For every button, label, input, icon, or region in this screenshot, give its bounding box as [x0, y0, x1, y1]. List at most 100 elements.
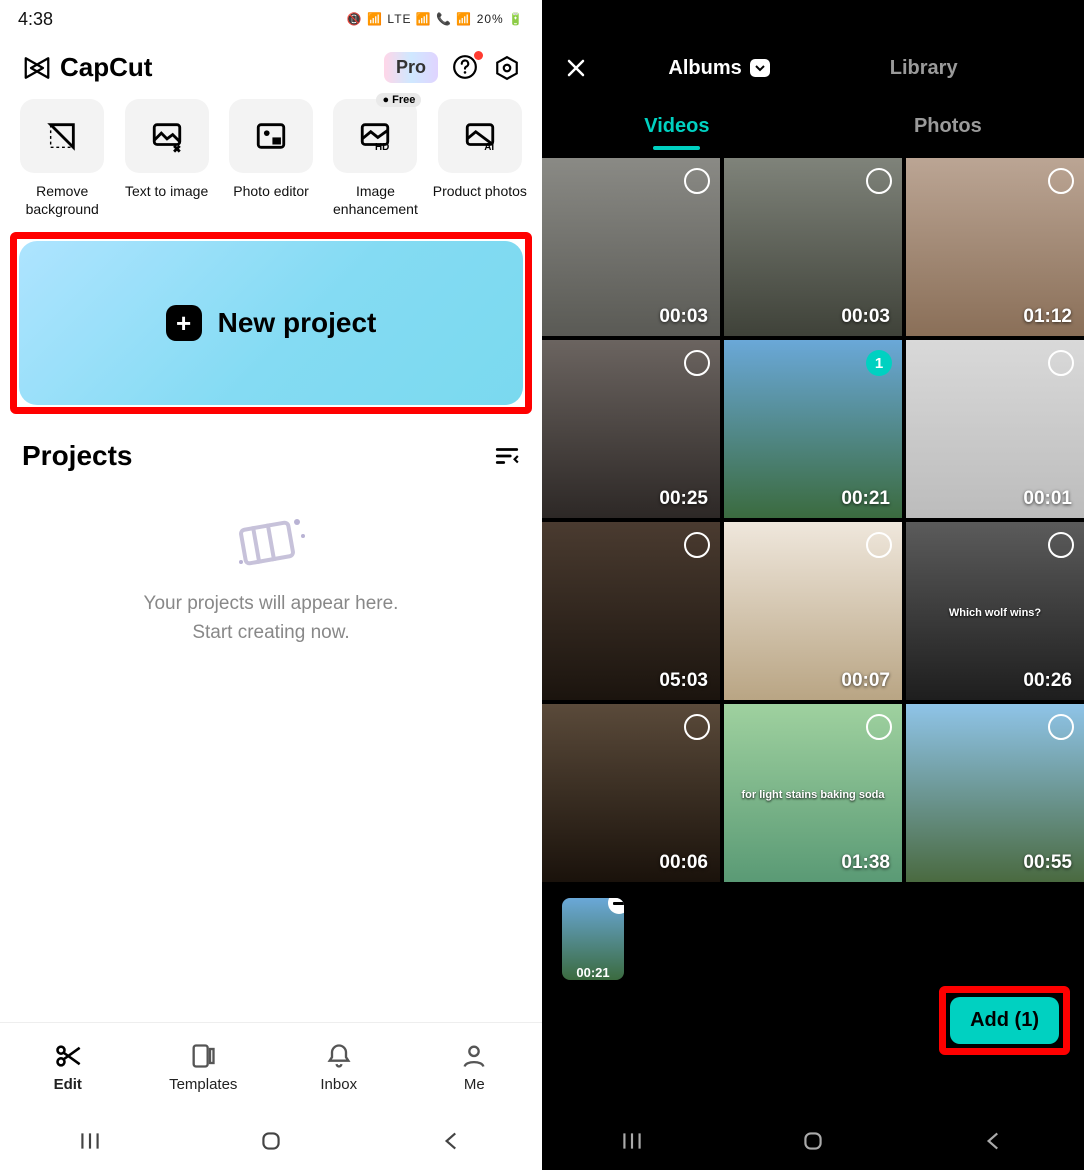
select-circle-icon[interactable]: [866, 714, 892, 740]
video-thumb[interactable]: 00:25: [542, 340, 720, 518]
home-icon[interactable]: [800, 1128, 826, 1154]
system-nav-dark: [542, 1112, 1084, 1170]
selection-tray: 00:21: [542, 882, 1084, 994]
svg-text:HD: HD: [375, 142, 389, 153]
selected-thumb[interactable]: 00:21: [562, 898, 624, 980]
tool-remove-background[interactable]: Remove background: [12, 99, 112, 218]
system-nav: [0, 1112, 542, 1170]
status-bar-dark: [542, 0, 1084, 38]
select-circle-icon[interactable]: [684, 714, 710, 740]
empty-projects: Your projects will appear here. Start cr…: [0, 472, 542, 1022]
projects-heading: Projects: [22, 440, 133, 472]
chevron-down-icon: [750, 59, 770, 77]
help-button[interactable]: [452, 54, 480, 82]
close-icon[interactable]: [564, 56, 588, 80]
new-project-label: New project: [218, 307, 377, 339]
video-grid: 00:03 00:03 01:12 00:25 100:21 00:01 05:03 00:0…: [542, 154, 1084, 882]
media-tab-videos[interactable]: Videos: [644, 115, 709, 138]
back-icon[interactable]: [439, 1128, 465, 1154]
tool-text-to-image[interactable]: Text to image: [116, 99, 216, 218]
select-circle-icon[interactable]: [1048, 714, 1074, 740]
bottom-nav: Edit Templates Inbox Me: [0, 1022, 542, 1112]
video-thumb[interactable]: 00:55: [906, 704, 1084, 882]
nav-edit[interactable]: Edit: [0, 1023, 136, 1112]
select-circle-icon[interactable]: [1048, 350, 1074, 376]
video-thumb[interactable]: 01:12: [906, 158, 1084, 336]
thumb-caption: Which wolf wins?: [906, 607, 1084, 619]
tool-product-photos[interactable]: AI Product photos: [430, 99, 530, 218]
notification-dot-icon: [474, 51, 483, 60]
new-project-button[interactable]: + New project: [19, 241, 523, 405]
plus-icon: +: [166, 305, 202, 341]
thumb-caption: for light stains baking soda: [724, 789, 902, 801]
select-circle-icon[interactable]: [684, 350, 710, 376]
video-thumb[interactable]: 00:01: [906, 340, 1084, 518]
tool-image-enhancement[interactable]: ● Free HD Image enhancement: [325, 99, 425, 218]
clock: 4:38: [18, 9, 53, 30]
select-circle-icon[interactable]: [866, 168, 892, 194]
brand-text: CapCut: [60, 52, 152, 83]
nav-inbox[interactable]: Inbox: [271, 1023, 407, 1112]
nav-label: Me: [464, 1076, 485, 1093]
top-tab-library[interactable]: Library: [890, 57, 958, 80]
bell-icon: [323, 1042, 355, 1070]
home-icon[interactable]: [258, 1128, 284, 1154]
duration-label: 05:03: [659, 670, 708, 692]
top-tab-albums[interactable]: Albums: [668, 57, 769, 80]
tool-photo-editor[interactable]: Photo editor: [221, 99, 321, 218]
capcut-logo-icon: [22, 53, 52, 83]
nav-label: Inbox: [320, 1076, 357, 1093]
video-thumb[interactable]: 00:06: [542, 704, 720, 882]
duration-label: 00:03: [659, 306, 708, 328]
add-button[interactable]: Add (1): [950, 997, 1059, 1044]
highlight-frame: Add (1): [939, 986, 1070, 1055]
app-logo: CapCut: [22, 52, 152, 83]
nav-templates[interactable]: Templates: [136, 1023, 272, 1112]
pro-badge[interactable]: Pro: [384, 52, 438, 83]
settings-hexagon-icon[interactable]: [494, 55, 520, 81]
select-circle-icon[interactable]: [866, 532, 892, 558]
templates-icon: [187, 1042, 219, 1070]
status-bar: 4:38 📵 📶 LTE 📶 📞 📶 20% 🔋: [0, 0, 542, 38]
nav-me[interactable]: Me: [407, 1023, 543, 1112]
tool-label: Image enhancement: [325, 183, 425, 218]
duration-label: 00:55: [1023, 852, 1072, 874]
user-icon: [458, 1042, 490, 1070]
video-thumb[interactable]: 00:03: [724, 158, 902, 336]
duration-label: 00:25: [659, 488, 708, 510]
nav-label: Edit: [54, 1076, 82, 1093]
duration-label: 00:01: [1023, 488, 1072, 510]
duration-label: 01:38: [841, 852, 890, 874]
media-tab-photos[interactable]: Photos: [914, 115, 982, 138]
back-icon[interactable]: [981, 1128, 1007, 1154]
nav-label: Templates: [169, 1076, 237, 1093]
duration-label: 00:03: [841, 306, 890, 328]
select-circle-icon[interactable]: [684, 168, 710, 194]
free-pill: ● Free: [376, 93, 421, 107]
select-circle-icon[interactable]: [1048, 532, 1074, 558]
text-to-image-icon: [150, 119, 184, 153]
recents-icon[interactable]: [77, 1128, 103, 1154]
video-thumb[interactable]: 05:03: [542, 522, 720, 700]
mini-duration: 00:21: [576, 965, 609, 980]
video-thumb[interactable]: 00:03: [542, 158, 720, 336]
video-thumb[interactable]: 00:07: [724, 522, 902, 700]
photo-editor-icon: [254, 119, 288, 153]
video-thumb[interactable]: for light stains baking soda 01:38: [724, 704, 902, 882]
recents-icon[interactable]: [619, 1128, 645, 1154]
tool-label: Photo editor: [233, 183, 309, 201]
duration-label: 00:06: [659, 852, 708, 874]
svg-text:AI: AI: [484, 142, 494, 153]
select-circle-icon[interactable]: [1048, 168, 1074, 194]
tool-label: Text to image: [125, 183, 208, 201]
remove-selection-icon[interactable]: [608, 898, 624, 914]
select-circle-icon[interactable]: 1: [866, 350, 892, 376]
remove-bg-icon: [45, 119, 79, 153]
sort-icon[interactable]: [494, 443, 520, 469]
scissors-icon: [52, 1042, 84, 1070]
video-thumb[interactable]: 100:21: [724, 340, 902, 518]
video-thumb[interactable]: Which wolf wins? 00:26: [906, 522, 1084, 700]
tool-label: Product photos: [433, 183, 527, 201]
duration-label: 00:26: [1023, 670, 1072, 692]
select-circle-icon[interactable]: [684, 532, 710, 558]
